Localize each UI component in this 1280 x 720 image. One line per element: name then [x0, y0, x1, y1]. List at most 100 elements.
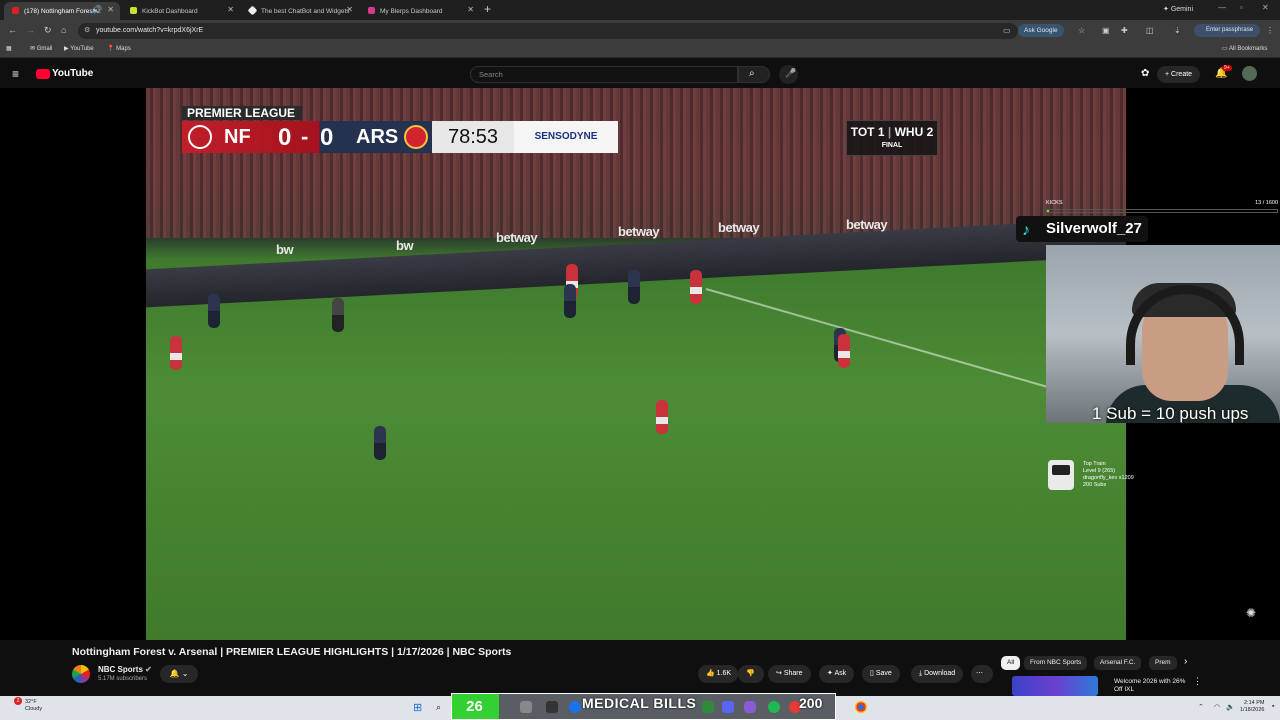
close-tab-icon[interactable]: ✕ [467, 5, 474, 14]
chip-arsenal[interactable]: Arsenal F.C. [1094, 656, 1142, 670]
close-tab-icon[interactable]: ✕ [227, 5, 234, 14]
tiktok-icon: ♪ [1022, 222, 1030, 239]
gemini-button[interactable]: ✦ Gemini [1163, 5, 1193, 13]
taskbar-app-icon[interactable] [520, 701, 532, 713]
back-icon[interactable]: ← [8, 25, 17, 35]
wifi-icon[interactable]: ◠ [1214, 703, 1220, 711]
extension-icon[interactable]: ▣ [1102, 26, 1110, 35]
forward-icon[interactable]: → [26, 25, 35, 35]
chrome-taskbar-icon[interactable] [569, 701, 581, 713]
tray-chevron-icon[interactable]: ⌃ [1198, 703, 1204, 711]
more-actions-button[interactable]: ⋯ [971, 665, 993, 683]
other-match-score: TOT 1 | WHU 2 FINAL [846, 120, 938, 156]
chip-all[interactable]: All [1001, 656, 1021, 670]
kicks-goal-bar: KICKS 13 / 1600 [1046, 200, 1280, 216]
cast-settings-icon[interactable]: ✿ [1141, 68, 1149, 79]
ask-google-button[interactable]: Ask Google [1018, 24, 1064, 37]
share-button[interactable]: ↪ Share [768, 665, 811, 683]
all-bookmarks[interactable]: ▭ All Bookmarks [1222, 45, 1267, 52]
close-window-icon[interactable]: ✕ [1262, 3, 1269, 12]
taskbar-search-icon[interactable]: ⌕ [436, 702, 441, 713]
player-figure [656, 400, 668, 434]
avatar[interactable] [1242, 66, 1257, 81]
puzzle-icon[interactable]: ✚ [1121, 26, 1128, 35]
bookmark-youtube[interactable]: ▶ YouTube [64, 45, 94, 52]
blerps-favicon-icon [368, 7, 375, 14]
new-tab-button[interactable]: + [484, 2, 491, 16]
reload-icon[interactable]: ↻ [44, 25, 52, 36]
dislike-button[interactable]: 👎 [738, 665, 764, 683]
tab-youtube-video[interactable]: (178) Nottingham Forest v. 🔊 ✕ [4, 2, 120, 20]
discord-taskbar-icon[interactable] [722, 701, 734, 713]
tab-title: The best ChatBot and Widgets [261, 7, 350, 15]
like-button[interactable]: 👍 1.6K [698, 665, 738, 683]
tab-title: My Blerps Dashboard [380, 7, 443, 15]
taskbar-app-icon[interactable] [744, 701, 756, 713]
audio-icon[interactable]: 🔊 [92, 5, 102, 14]
address-bar[interactable]: ⚙ youtube.com/watch?v=krpdX6jXrE [78, 23, 1018, 39]
bookmark-star-icon[interactable]: ☆ [1078, 26, 1085, 35]
bookmark-maps[interactable]: 📍 Maps [107, 45, 131, 52]
video-frame: betway betway betway betway bw bw [146, 88, 1126, 640]
url-text: youtube.com/watch?v=krpdX6jXrE [96, 27, 204, 34]
chip-prem[interactable]: Prem [1149, 656, 1177, 670]
close-tab-icon[interactable]: ✕ [346, 5, 353, 14]
search-input[interactable]: Search [470, 66, 738, 83]
train-subs: 200 Subs [1083, 482, 1107, 488]
channel-name[interactable]: NBC Sports ✔ [98, 665, 152, 674]
tab-blerps[interactable]: My Blerps Dashboard ✕ [360, 2, 480, 20]
plus-icon: + [1165, 71, 1170, 78]
clock-time: 2:14 PM [1243, 700, 1265, 706]
chevron-right-icon[interactable]: › [1184, 656, 1187, 667]
arsenal-crest-icon [404, 125, 428, 149]
channel-avatar[interactable] [72, 665, 90, 683]
chip-from-nbc[interactable]: From NBC Sports [1024, 656, 1088, 670]
close-tab-icon[interactable]: ✕ [107, 5, 114, 14]
create-button[interactable]: + Create [1157, 66, 1201, 83]
away-score: 0 [320, 124, 334, 151]
sponsor-logo: SENSODYNE [514, 121, 618, 153]
download-button[interactable]: ⤓ Download [911, 665, 964, 683]
voice-search-button[interactable]: 🎤 [779, 65, 798, 84]
home-icon[interactable]: ⌂ [61, 25, 66, 35]
maximize-icon[interactable]: ▫ [1240, 3, 1243, 12]
video-player[interactable]: betway betway betway betway bw bw PREMIE… [0, 88, 1280, 640]
ad-thumbnail[interactable] [1012, 676, 1098, 696]
notifications-icon[interactable]: ▪ [1272, 703, 1274, 710]
ad-menu-icon[interactable]: ⋮ [1193, 676, 1202, 687]
subscribed-bell-button[interactable]: 🔔 ⌄ [160, 665, 198, 683]
taskbar-app-icon[interactable] [702, 701, 714, 713]
cast-icon[interactable]: ▭ [1003, 26, 1011, 35]
minimize-icon[interactable]: — [1218, 3, 1226, 12]
volume-icon[interactable]: 🔈 [1226, 703, 1235, 711]
search-button[interactable]: ⌕ [738, 66, 770, 83]
youtube-logo-text[interactable]: YouTube [52, 68, 93, 79]
tab-chatbot[interactable]: The best ChatBot and Widgets ✕ [241, 2, 359, 20]
windows-start-icon[interactable]: ⊞ [413, 701, 422, 714]
player-figure [690, 270, 702, 304]
bell-icon: 🔔 [169, 669, 180, 678]
download-icon[interactable]: ⇣ [1174, 26, 1181, 35]
chrome-taskbar-icon[interactable] [855, 701, 867, 713]
train-icon [1048, 460, 1074, 490]
hamburger-menu-icon[interactable]: ≡ [12, 67, 19, 81]
youtube-logo-icon[interactable] [36, 69, 50, 79]
ask-button[interactable]: ✦ Ask [819, 665, 855, 683]
other-home: TOT [850, 125, 875, 139]
nbc-watermark-icon: ✺ [1246, 606, 1257, 620]
weather-widget[interactable]: 32°F Cloudy [25, 699, 42, 713]
site-info-icon[interactable]: ⚙ [84, 23, 90, 39]
taskbar-app-icon[interactable] [546, 701, 558, 713]
tiktok-username: Silverwolf_27 [1046, 220, 1142, 237]
enter-passphrase-button[interactable]: Enter passphrase [1194, 24, 1260, 37]
tab-kickbot[interactable]: KickBot Dashboard ✕ [122, 2, 240, 20]
menu-dots-icon[interactable]: ⋮ [1266, 26, 1274, 35]
weather-badge: 2 [14, 697, 22, 705]
sidepanel-icon[interactable]: ◫ [1146, 26, 1154, 35]
ad-title[interactable]: Welcome 2026 with 26% Off IXL [1114, 678, 1194, 694]
spotify-taskbar-icon[interactable] [768, 701, 780, 713]
save-button[interactable]: ▯ Save [862, 665, 900, 683]
apps-grid-icon[interactable]: ▦ [6, 45, 12, 52]
bookmark-gmail[interactable]: ✉ Gmail [30, 45, 52, 52]
system-clock[interactable]: 2:14 PM 1/18/2026 [1240, 700, 1264, 714]
